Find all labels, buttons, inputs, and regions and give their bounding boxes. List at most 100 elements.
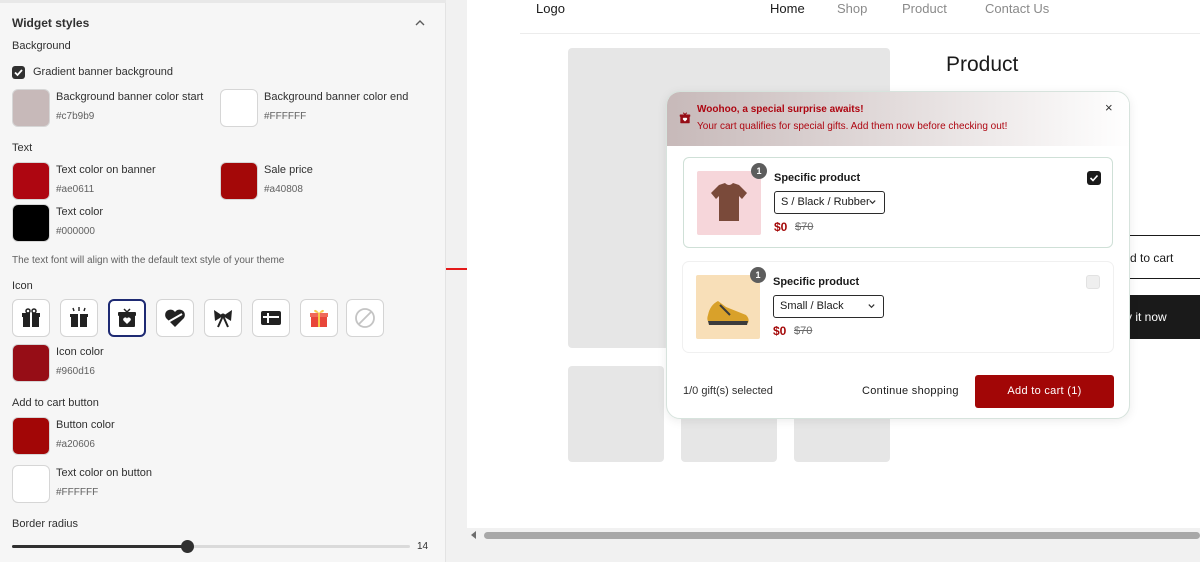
- button-color-label: Button color: [56, 419, 115, 431]
- text-color-hex: #000000: [56, 226, 95, 237]
- icon-color-label: Icon color: [56, 346, 104, 358]
- icon-option-present-emoji[interactable]: [300, 299, 338, 337]
- gift-item-card[interactable]: 1 Specific product Small / Black $0 $70: [683, 262, 1113, 352]
- heart-ribbon-icon: [165, 309, 185, 327]
- product-thumbnail: [696, 275, 760, 339]
- variant-select[interactable]: S / Black / Rubber: [774, 191, 885, 214]
- checkmark-icon: [1089, 174, 1099, 182]
- banner-text-swatch[interactable]: [12, 162, 50, 200]
- sale-price-label: Sale price: [264, 164, 313, 176]
- icon-option-bow[interactable]: [204, 299, 242, 337]
- nav-home[interactable]: Home: [770, 1, 805, 16]
- icon-color-swatch[interactable]: [12, 344, 50, 382]
- bg-start-label: Background banner color start: [56, 91, 204, 103]
- present-emoji-icon: [310, 309, 328, 327]
- scroll-left-arrow-icon[interactable]: [471, 531, 476, 539]
- bg-start-swatch[interactable]: [12, 89, 50, 127]
- chevron-down-icon: [868, 304, 875, 309]
- icon-section-label: Icon: [12, 280, 33, 292]
- button-color-hex: #a20606: [56, 439, 95, 450]
- none-icon: [355, 308, 375, 328]
- sale-price: $0: [773, 324, 787, 338]
- nav-contact-us[interactable]: Contact Us: [985, 1, 1049, 16]
- button-text-label: Text color on button: [56, 467, 153, 479]
- gift-item-card[interactable]: 1 Specific product S / Black / Rubber $0…: [683, 157, 1113, 248]
- icon-option-gift-card[interactable]: [252, 299, 290, 337]
- border-radius-slider-thumb[interactable]: [181, 540, 195, 553]
- sneaker-icon: [707, 301, 749, 325]
- variant-select-value: Small / Black: [780, 300, 844, 312]
- icon-option-none[interactable]: [346, 299, 384, 337]
- icon-option-gift-sparkle[interactable]: [60, 299, 98, 337]
- horizontal-scrollbar-thumb[interactable]: [484, 532, 1200, 539]
- nav-divider: [520, 33, 1200, 34]
- text-color-label: Text color: [56, 206, 104, 218]
- banner-text-hex: #ae0611: [56, 184, 95, 195]
- icon-option-heart-ribbon[interactable]: [156, 299, 194, 337]
- gift-box-icon: [22, 308, 40, 327]
- banner-text-label: Text color on banner: [56, 164, 156, 176]
- variant-select-value: S / Black / Rubber: [781, 196, 870, 208]
- quantity-badge: 1: [750, 267, 766, 283]
- quantity-badge: 1: [751, 163, 767, 179]
- gift-heart-box-icon: [118, 308, 136, 327]
- store-logo[interactable]: Logo: [536, 1, 565, 16]
- background-section-label: Background: [12, 40, 71, 52]
- product-title: Product: [946, 53, 1019, 76]
- gifts-selected-count: 1/0 gift(s) selected: [683, 385, 773, 397]
- store-buy-now-label: y it now: [1126, 310, 1167, 324]
- chevron-up-icon[interactable]: [412, 15, 428, 31]
- panel-top-divider: [0, 0, 446, 3]
- gift-item-checkbox[interactable]: [1087, 171, 1101, 185]
- icon-option-gift-box[interactable]: [12, 299, 50, 337]
- widget-styles-panel: Widget styles Background Gradient banner…: [0, 0, 446, 562]
- close-icon[interactable]: ×: [1105, 100, 1113, 115]
- bg-end-label: Background banner color end: [264, 91, 409, 103]
- gift-heart-box-icon: [679, 112, 691, 124]
- nav-shop[interactable]: Shop: [837, 1, 867, 16]
- gradient-checkbox-label: Gradient banner background: [33, 66, 174, 78]
- compare-price: $70: [794, 325, 813, 337]
- bg-end-swatch[interactable]: [220, 89, 258, 127]
- continue-shopping-link[interactable]: Continue shopping: [862, 385, 959, 397]
- bow-icon: [214, 310, 232, 328]
- bg-start-hex: #c7b9b9: [56, 111, 95, 122]
- banner-subtitle: Your cart qualifies for special gifts. A…: [697, 121, 1008, 132]
- gift-banner: Woohoo, a special surprise awaits! Your …: [667, 92, 1129, 146]
- gradient-checkbox[interactable]: [12, 66, 25, 79]
- border-radius-section-label: Border radius: [12, 518, 79, 530]
- tshirt-icon: [711, 183, 747, 221]
- bg-end-hex: #FFFFFF: [264, 111, 307, 122]
- nav-product[interactable]: Product: [902, 1, 947, 16]
- variant-select[interactable]: Small / Black: [773, 295, 884, 318]
- font-note: The text font will align with the defaul…: [12, 255, 285, 266]
- gift-item-checkbox[interactable]: [1086, 275, 1100, 289]
- gift-item-name: Specific product: [773, 276, 860, 288]
- sale-price-swatch[interactable]: [220, 162, 258, 200]
- gift-item-name: Specific product: [774, 172, 861, 184]
- border-radius-value: 14: [417, 541, 429, 552]
- button-text-hex: #FFFFFF: [56, 487, 99, 498]
- product-thumb-placeholder[interactable]: [568, 366, 664, 462]
- gift-popup: Woohoo, a special surprise awaits! Your …: [666, 91, 1130, 419]
- gift-card-icon: [261, 311, 281, 325]
- chevron-down-icon: [869, 200, 876, 205]
- border-radius-slider-track[interactable]: [12, 545, 410, 548]
- banner-title: Woohoo, a special surprise awaits!: [697, 104, 864, 115]
- icon-option-gift-heart-box[interactable]: [108, 299, 146, 337]
- button-color-swatch[interactable]: [12, 417, 50, 455]
- compare-price: $70: [795, 221, 814, 233]
- panel-title: Widget styles: [12, 16, 90, 30]
- checkmark-icon: [14, 69, 23, 77]
- sale-price: $0: [774, 220, 788, 234]
- text-color-swatch[interactable]: [12, 204, 50, 242]
- border-radius-slider-fill: [12, 545, 188, 548]
- add-to-cart-button[interactable]: Add to cart (1): [975, 375, 1114, 408]
- product-thumbnail: [697, 171, 761, 235]
- button-text-swatch[interactable]: [12, 465, 50, 503]
- store-add-to-cart-label: d to cart: [1130, 251, 1174, 265]
- text-section-label: Text: [12, 142, 33, 154]
- icon-color-hex: #960d16: [56, 366, 95, 377]
- gift-sparkle-icon: [70, 307, 88, 327]
- sale-price-hex: #a40808: [264, 184, 303, 195]
